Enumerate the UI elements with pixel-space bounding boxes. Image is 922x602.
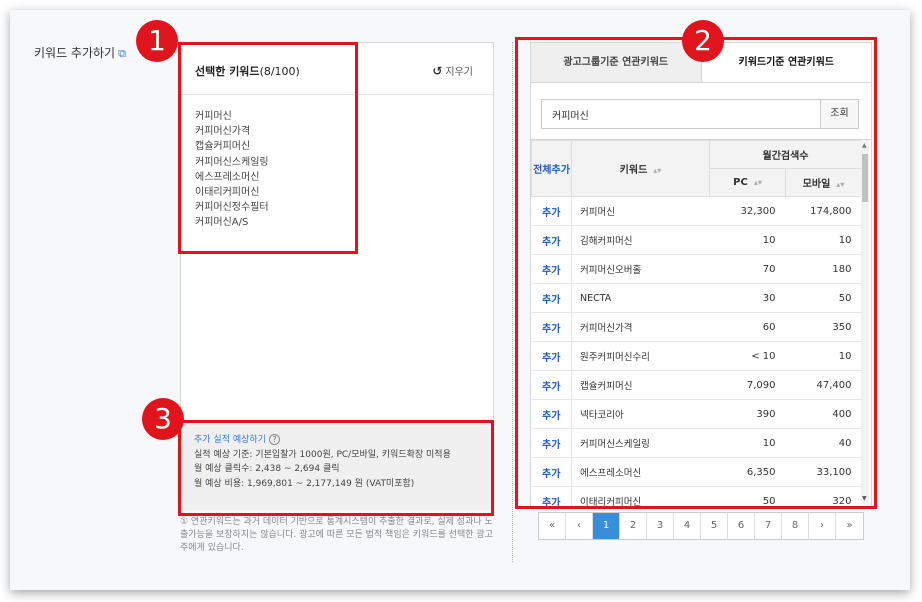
page-button-6[interactable]: 6 <box>728 513 755 539</box>
page-button-5[interactable]: 5 <box>701 513 728 539</box>
prev-page-button[interactable]: ‹ <box>566 513 593 539</box>
disclaimer-note: ① 연관키워드는 과거 데이터 기반으로 통계시스템이 추출한 결과로, 실제 … <box>180 517 493 553</box>
page-button-7[interactable]: 7 <box>755 513 782 539</box>
page-button-1[interactable]: 1 <box>593 513 620 539</box>
page-button-2[interactable]: 2 <box>620 513 647 539</box>
section-title: 키워드 추가하기 ⧉ <box>34 44 126 61</box>
external-link-icon[interactable]: ⧉ <box>118 47 126 60</box>
page-button-3[interactable]: 3 <box>647 513 674 539</box>
annotation-badge-1: 1 <box>136 20 178 62</box>
divider <box>512 42 513 562</box>
reset-label: 지우기 <box>445 67 473 78</box>
annotation-badge-3: 3 <box>142 398 184 440</box>
page-button-4[interactable]: 4 <box>674 513 701 539</box>
first-page-button[interactable]: « <box>539 513 566 539</box>
pagination: « ‹ 1 2 3 4 5 6 7 8 › » <box>538 512 864 540</box>
highlight-box-3 <box>178 420 494 516</box>
last-page-button[interactable]: » <box>836 513 863 539</box>
refresh-icon: ↺ <box>432 64 443 78</box>
highlight-box-1 <box>178 42 358 254</box>
section-title-text: 키워드 추가하기 <box>34 46 116 60</box>
reset-button[interactable]: ↺ 지우기 <box>432 63 473 78</box>
page-button-8[interactable]: 8 <box>782 513 809 539</box>
highlight-box-2 <box>515 37 877 509</box>
annotation-badge-2: 2 <box>682 20 724 62</box>
next-page-button[interactable]: › <box>809 513 836 539</box>
